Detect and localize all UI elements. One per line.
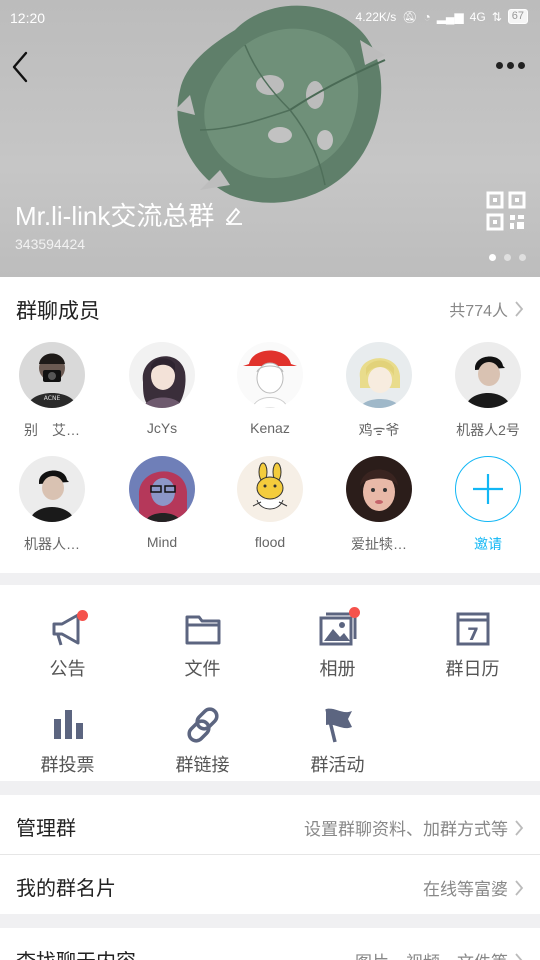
- feature-label: 群活动: [310, 755, 365, 775]
- search-chat-row[interactable]: 查找聊天内容 图片、视频、文件等: [0, 928, 540, 960]
- back-arrow-icon[interactable]: [10, 50, 38, 84]
- carousel-dot-2[interactable]: [504, 254, 511, 261]
- feature-vote[interactable]: 群投票: [0, 705, 135, 777]
- member-item[interactable]: JcYs: [117, 342, 207, 436]
- feature-label: 文件: [184, 659, 221, 679]
- chevron-right-icon: [515, 952, 523, 960]
- member-item[interactable]: Mind: [117, 456, 207, 550]
- chevron-right-icon: [515, 819, 524, 836]
- group-header: 12:20 4.22K/s 🔕︎ ◔ ▂▄▆ 4G ⇅ 67 Mr.li-lin…: [0, 0, 540, 277]
- chevron-right-icon: [515, 301, 524, 317]
- signal-icon: ▂▄▆: [436, 9, 464, 24]
- members-count: 共774人: [449, 303, 508, 320]
- battery-icon: 67: [507, 9, 528, 24]
- member-avatar: [237, 342, 303, 408]
- row-label: 我的群名片: [16, 878, 116, 900]
- feature-label: 群链接: [175, 755, 230, 775]
- member-avatar: [346, 342, 412, 408]
- row-value: 图片、视频、文件等: [355, 948, 508, 960]
- row-label: 查找聊天内容: [16, 945, 136, 960]
- carousel-dots: [489, 254, 526, 261]
- members-section: 群聊成员 共774人 ACNE 别 艾… JcYs Kenaz 鸡ᯤ爷 机器人2…: [0, 277, 540, 573]
- more-options-icon[interactable]: [496, 58, 528, 72]
- feature-label: 公告: [49, 659, 86, 679]
- member-item[interactable]: 爱扯犊…: [334, 456, 424, 554]
- members-title: 群聊成员: [16, 300, 100, 323]
- feature-album[interactable]: 相册: [270, 607, 405, 681]
- row-label: 管理群: [16, 818, 76, 840]
- invite-button[interactable]: 邀请: [443, 456, 533, 554]
- features-grid: 公告 文件 相册 7 群日历 群投票 群链接 群活动: [0, 585, 540, 781]
- member-avatar: [455, 342, 521, 408]
- member-item[interactable]: ACNE 别 艾…: [7, 342, 97, 440]
- status-time: 12:20: [10, 10, 46, 26]
- invite-circle: [455, 456, 521, 522]
- feature-label: 群日历: [445, 659, 500, 679]
- feature-label: 群投票: [40, 755, 95, 775]
- feature-label: 相册: [319, 659, 356, 679]
- member-avatar: [237, 456, 303, 522]
- vote-chart-icon: [53, 710, 83, 739]
- svg-text:ACNE: ACNE: [44, 395, 61, 402]
- carousel-dot-1[interactable]: [489, 254, 496, 261]
- member-avatar: [19, 456, 85, 522]
- manage-group-row[interactable]: 管理群 设置群聊资料、加群方式等: [0, 795, 540, 854]
- link-icon: [186, 707, 219, 743]
- group-title-wrap[interactable]: Mr.li-link交流总群: [15, 196, 244, 233]
- member-item[interactable]: 鸡ᯤ爷: [334, 342, 424, 440]
- feature-calendar[interactable]: 7 群日历: [405, 609, 540, 681]
- data-arrows-icon: ⇅: [491, 9, 502, 24]
- feature-files[interactable]: 文件: [135, 609, 270, 681]
- notification-dot: [76, 610, 88, 621]
- member-name: JcYs: [146, 420, 178, 436]
- status-bar: 12:20 4.22K/s 🔕︎ ◔ ▂▄▆ 4G ⇅ 67: [0, 0, 540, 36]
- calendar-icon: 7: [456, 612, 489, 646]
- feature-announcement[interactable]: 公告: [0, 609, 135, 681]
- member-avatar: [129, 456, 195, 522]
- network-type: 4G: [469, 9, 486, 24]
- group-card-row[interactable]: 我的群名片 在线等富婆: [0, 855, 540, 914]
- plus-icon: [473, 474, 503, 504]
- mute-icon: 🔕︎: [402, 9, 418, 24]
- member-avatar: [129, 342, 195, 408]
- member-name: Mind: [146, 534, 178, 550]
- net-speed: 4.22K/s: [355, 9, 397, 24]
- member-avatar: [346, 456, 412, 522]
- invite-label: 邀请: [474, 536, 502, 552]
- folder-icon: [185, 615, 220, 645]
- member-item[interactable]: Kenaz: [225, 342, 315, 436]
- alarm-icon: ◔: [423, 9, 431, 24]
- qr-code-icon[interactable]: [486, 191, 526, 231]
- flag-icon: [324, 708, 352, 743]
- group-name: Mr.li-link交流总群: [15, 201, 215, 231]
- member-name: 机器人2号: [456, 422, 520, 438]
- chevron-right-icon: [515, 879, 524, 896]
- calendar-day: 7: [467, 625, 479, 645]
- member-item[interactable]: flood: [225, 456, 315, 550]
- members-count-link[interactable]: 共774人: [449, 297, 524, 321]
- row-value: 在线等富婆: [423, 880, 508, 899]
- member-item[interactable]: 机器人2号: [443, 342, 533, 440]
- row-value: 设置群聊资料、加群方式等: [304, 820, 508, 839]
- edit-pencil-icon[interactable]: [224, 205, 244, 225]
- feature-link[interactable]: 群链接: [135, 705, 270, 777]
- member-name: Kenaz: [250, 420, 290, 436]
- group-id: 343594424: [15, 236, 86, 252]
- member-name: flood: [254, 534, 286, 550]
- feature-activity[interactable]: 群活动: [270, 705, 405, 777]
- member-avatar: ACNE: [19, 342, 85, 408]
- carousel-dot-3[interactable]: [519, 254, 526, 261]
- member-name: 爱扯犊…: [351, 536, 407, 552]
- member-name: 机器人…: [24, 536, 80, 552]
- member-name: 别 艾…: [24, 422, 80, 438]
- member-item[interactable]: 机器人…: [7, 456, 97, 554]
- notification-dot: [348, 607, 360, 618]
- member-name: 鸡ᯤ爷: [358, 422, 400, 438]
